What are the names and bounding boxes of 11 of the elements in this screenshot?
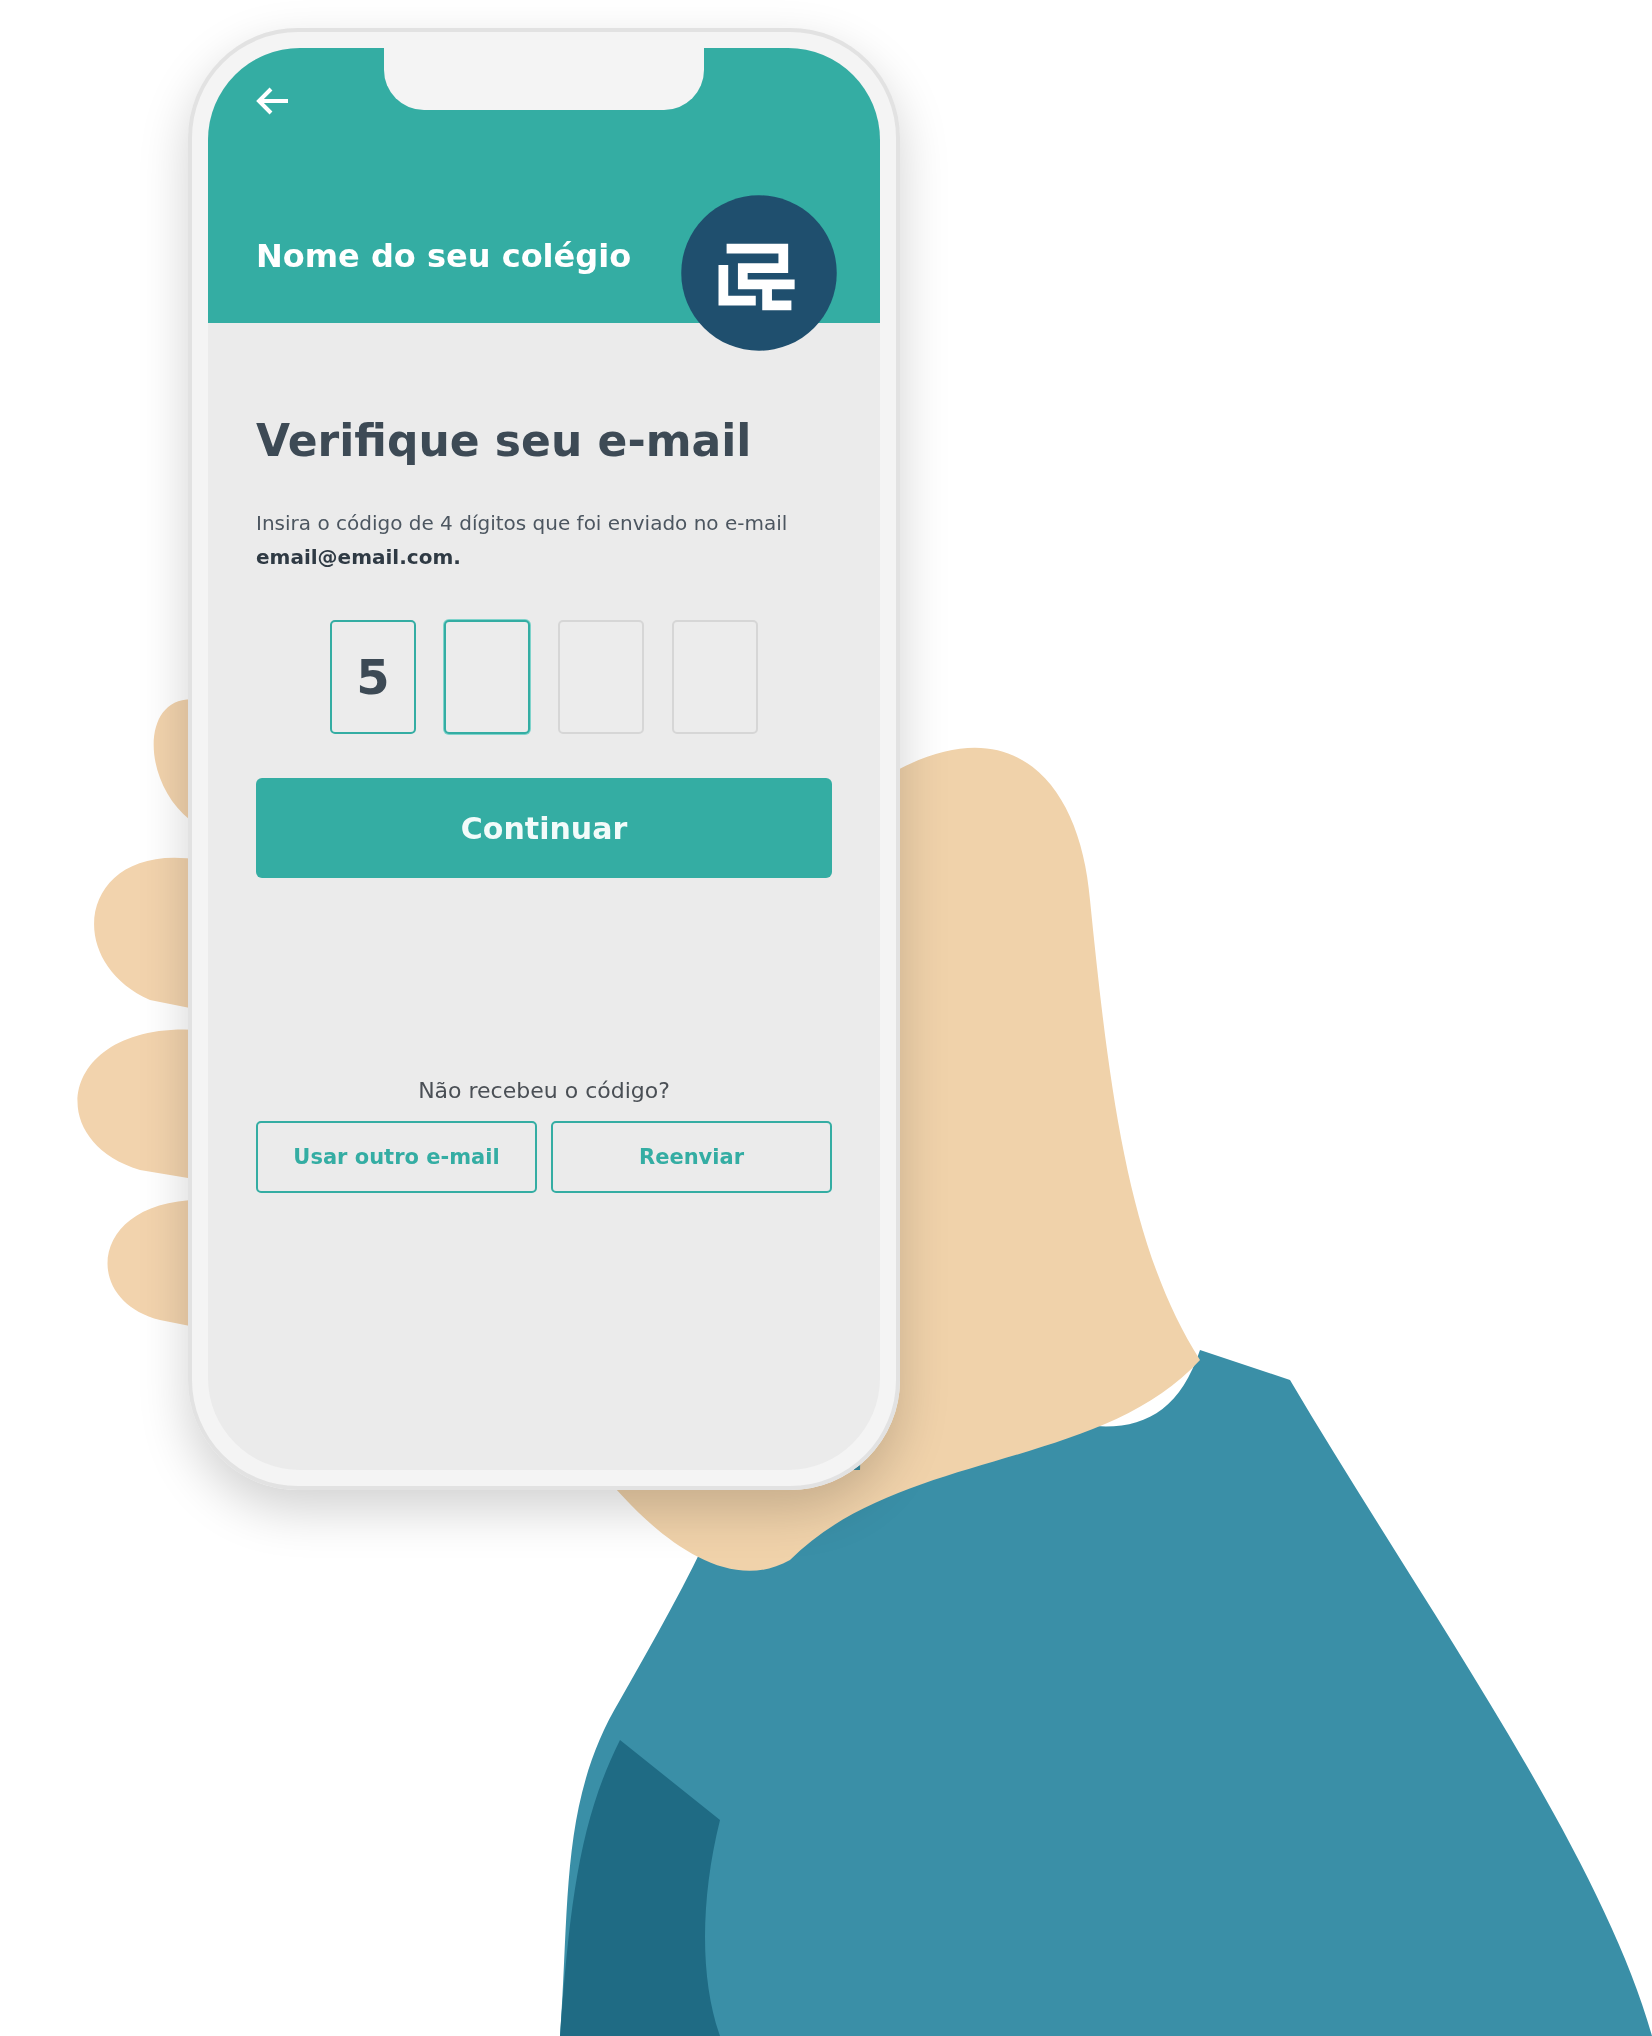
- page-heading: Verifique seu e-mail: [256, 415, 753, 466]
- code-digit-field[interactable]: [444, 620, 530, 734]
- continue-button[interactable]: Continuar: [256, 778, 832, 878]
- outline-button[interactable]: Usar outro e-mail: [256, 1121, 537, 1193]
- instruction-text: Insira o código de 4 dígitos que foi enviado no e-mail email@email.com.: [256, 510, 789, 571]
- back-arrow-icon[interactable]: [256, 86, 290, 116]
- school-name: Nome do seu colégio: [256, 237, 633, 275]
- school-logo-icon: [678, 192, 840, 354]
- resend-prompt: Não recebeu o código?: [417, 1078, 671, 1103]
- outline-button[interactable]: Reenviar: [551, 1121, 832, 1193]
- code-digit-field[interactable]: 5: [330, 620, 416, 734]
